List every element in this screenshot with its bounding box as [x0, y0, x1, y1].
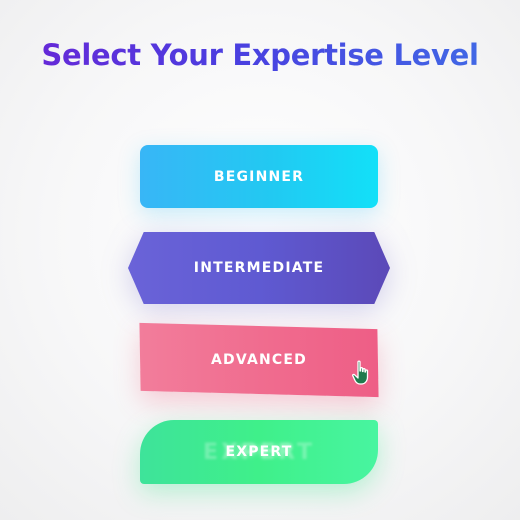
intermediate-button-label: INTERMEDIATE — [193, 260, 325, 276]
intermediate-button[interactable]: INTERMEDIATE — [128, 232, 390, 304]
expert-button-label: EXPERT — [225, 444, 293, 460]
page-title: Select Your Expertise Level — [0, 38, 520, 72]
beginner-button[interactable]: BEGINNER — [140, 145, 378, 208]
intermediate-button-wrapper: INTERMEDIATE — [128, 232, 390, 304]
beginner-button-label: BEGINNER — [213, 168, 305, 185]
expert-button[interactable]: EXPERT EXPERT — [140, 420, 378, 484]
expertise-selector-page: Select Your Expertise Level BEGINNER INT… — [0, 0, 520, 520]
advanced-button-label: ADVANCED — [211, 351, 307, 368]
advanced-button[interactable]: ADVANCED — [139, 322, 379, 398]
